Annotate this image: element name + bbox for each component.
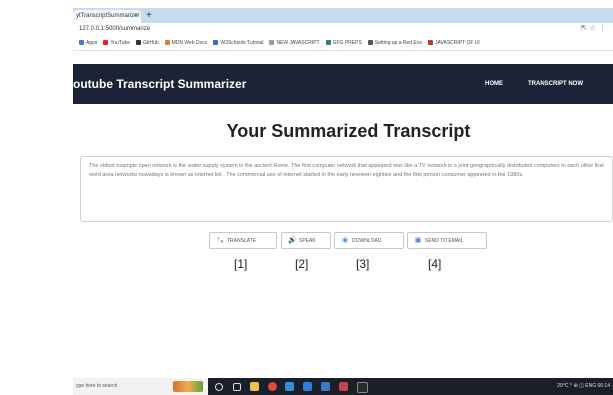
cortana-icon[interactable] bbox=[215, 383, 223, 391]
chrome-icon[interactable] bbox=[268, 382, 277, 391]
edge-icon[interactable] bbox=[285, 382, 294, 391]
email-icon: ▣ bbox=[414, 237, 422, 244]
translate-icon: ⁺ₐ bbox=[216, 237, 224, 244]
bookmark-label: YouTube bbox=[110, 40, 131, 46]
search-highlight-image bbox=[173, 381, 203, 392]
bookmark-label: JAVASCRIPT OF UI bbox=[435, 40, 480, 46]
annotation-marker-3: [3] bbox=[356, 257, 370, 271]
page-title: Your Summarized Transcript bbox=[226, 121, 471, 141]
share-icon[interactable]: ⇱ bbox=[581, 25, 590, 32]
bookmark-label: MDN Web Docs bbox=[171, 40, 208, 46]
browser-tab-bar: ytTranscriptSummarizer × + bbox=[73, 8, 613, 23]
url-input[interactable]: 127.0.0.1:5000/summarize bbox=[79, 25, 150, 34]
speak-button[interactable]: 🔊 SPEAK bbox=[281, 232, 331, 249]
translate-button-label: TRANSLATE bbox=[227, 238, 257, 244]
taskbar-search-placeholder: ype here to search bbox=[76, 383, 118, 389]
annotation-marker-2: [2] bbox=[295, 257, 309, 271]
translate-button[interactable]: ⁺ₐ TRANSLATE bbox=[209, 232, 277, 249]
annotation-marker-1: [1] bbox=[234, 257, 248, 271]
brand-title[interactable]: outube Transcript Summarizer bbox=[73, 77, 246, 91]
nav-link-home[interactable]: HOME bbox=[485, 81, 503, 87]
download-icon: ◉ bbox=[341, 237, 349, 244]
bookmark-label: W3Schools Tutorial bbox=[220, 40, 264, 46]
screenshot: ytTranscriptSummarizer × + 127.0.0.1:500… bbox=[73, 8, 613, 395]
terminal-icon[interactable] bbox=[357, 382, 368, 393]
annotation-marker-4: [4] bbox=[428, 257, 442, 271]
task-view-icon[interactable] bbox=[233, 383, 241, 391]
bookmark-label: GFG PREPS bbox=[332, 40, 362, 46]
store-icon[interactable] bbox=[321, 382, 330, 391]
bookmarks-bar: Apps YouTube GitHub MDN Web Docs W3Schools T… bbox=[73, 36, 613, 51]
send-email-button-label: SEND TO EMAIL bbox=[425, 238, 464, 244]
tab-title: ytTranscriptSummarizer bbox=[76, 13, 140, 19]
bookmark-label: Apps bbox=[86, 40, 98, 46]
bookmark-favicon-icon bbox=[367, 40, 373, 46]
speak-button-label: SPEAK bbox=[299, 238, 316, 244]
bookmark-favicon-icon bbox=[164, 40, 170, 46]
speaker-icon: 🔊 bbox=[288, 237, 297, 244]
bookmark-favicon-icon bbox=[213, 40, 219, 46]
browser-tab[interactable]: ytTranscriptSummarizer × bbox=[73, 10, 141, 23]
bookmark-item[interactable]: GitHub bbox=[136, 36, 159, 50]
send-email-button[interactable]: ▣ SEND TO EMAIL bbox=[407, 232, 487, 249]
app-navbar: outube Transcript Summarizer HOME TRANSC… bbox=[73, 64, 613, 104]
bookmark-label: GitHub bbox=[143, 40, 159, 46]
summary-textarea[interactable]: The oldest example open network is the w… bbox=[80, 156, 613, 222]
app-icon[interactable] bbox=[339, 382, 348, 391]
bookmark-item[interactable]: Apps bbox=[79, 36, 97, 50]
bookmark-item[interactable]: W3Schools Tutorial bbox=[213, 36, 263, 50]
close-icon[interactable]: × bbox=[134, 10, 138, 23]
bookmark-item[interactable]: YouTube bbox=[103, 36, 130, 50]
bookmark-item[interactable]: MDN Web Docs bbox=[164, 36, 208, 50]
taskbar: ype here to search 29°C ^ ⊕ ◫ ENG 06:14 bbox=[73, 378, 613, 395]
bookmark-label: NEW JAVASCRIPT bbox=[276, 40, 320, 46]
file-explorer-icon[interactable] bbox=[250, 382, 259, 391]
bookmark-item[interactable]: Setting up a Red Env bbox=[367, 36, 423, 50]
bookmark-favicon-icon bbox=[325, 40, 331, 46]
download-button[interactable]: ◉ DOWNLOAD bbox=[334, 232, 404, 249]
bookmark-favicon-icon bbox=[269, 40, 275, 46]
bookmark-favicon-icon bbox=[103, 40, 109, 46]
bookmark-favicon-icon bbox=[428, 40, 434, 46]
star-icon[interactable]: ☆ bbox=[590, 25, 599, 32]
address-bar: 127.0.0.1:5000/summarize ⇱☆⋮ bbox=[73, 23, 613, 36]
download-button-label: DOWNLOAD bbox=[352, 238, 382, 244]
system-tray[interactable]: 29°C ^ ⊕ ◫ ENG 06:14 bbox=[557, 378, 610, 395]
new-tab-icon[interactable]: + bbox=[146, 9, 152, 22]
vscode-icon[interactable] bbox=[303, 382, 312, 391]
extension-icon[interactable]: ⋮ bbox=[599, 25, 609, 32]
nav-link-transcript-now[interactable]: TRANSCRIPT NOW bbox=[528, 81, 583, 87]
bookmark-item[interactable]: JAVASCRIPT OF UI bbox=[428, 36, 480, 50]
bookmark-label: Setting up a Red Env bbox=[374, 40, 423, 46]
address-bar-icons: ⇱☆⋮ bbox=[581, 24, 609, 32]
bookmark-favicon-icon bbox=[136, 40, 142, 46]
bookmark-favicon-icon bbox=[79, 40, 84, 46]
bookmark-item[interactable]: NEW JAVASCRIPT bbox=[269, 36, 320, 50]
bookmark-item[interactable]: GFG PREPS bbox=[325, 36, 362, 50]
